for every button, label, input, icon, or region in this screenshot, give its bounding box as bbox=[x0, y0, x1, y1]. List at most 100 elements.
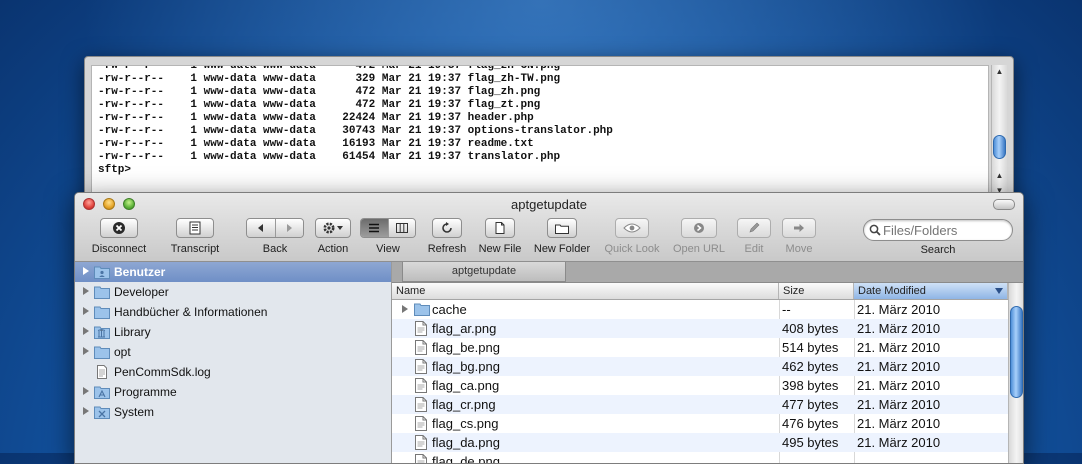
file-row[interactable]: flag_be.png 514 bytes 21. März 2010 bbox=[392, 338, 1008, 357]
search-input[interactable] bbox=[883, 222, 1007, 238]
new-folder-icon bbox=[555, 224, 569, 234]
sidebar-item-benutzer[interactable]: Benutzer bbox=[75, 262, 391, 282]
open-url-label: Open URL bbox=[673, 243, 725, 255]
search-label: Search bbox=[920, 244, 956, 256]
terminal-prompt[interactable]: sftp> bbox=[98, 164, 613, 177]
sidebar-item-programme[interactable]: Programme bbox=[75, 382, 391, 402]
disclosure-triangle-icon[interactable] bbox=[83, 287, 89, 295]
file-name: flag_da.png bbox=[432, 435, 500, 450]
terminal-window: -rw-r--r-- 1 www-data www-data 472 Mar 2… bbox=[84, 56, 1014, 208]
column-view-icon bbox=[395, 223, 408, 233]
sidebar-item-handbuecher[interactable]: Handbücher & Informationen bbox=[75, 302, 391, 322]
list-view-button[interactable] bbox=[361, 219, 388, 237]
sidebar-item-developer[interactable]: Developer bbox=[75, 282, 391, 302]
action-button[interactable]: Action bbox=[313, 218, 353, 255]
column-header-name[interactable]: Name bbox=[392, 283, 779, 299]
toolbar-toggle-button[interactable] bbox=[993, 199, 1015, 210]
disclosure-triangle-icon[interactable] bbox=[402, 305, 408, 313]
disconnect-icon bbox=[113, 222, 125, 234]
file-size: 514 bytes bbox=[782, 340, 839, 355]
file-row-cache[interactable]: cache -- 21. März 2010 bbox=[392, 300, 1008, 319]
file-size: -- bbox=[782, 302, 791, 317]
transcript-label: Transcript bbox=[170, 243, 220, 255]
terminal-scrollbar[interactable]: ▲ ▲ ▼ bbox=[991, 65, 1007, 198]
list-view-icon bbox=[369, 223, 380, 233]
file-name: flag_de.png bbox=[432, 454, 500, 463]
file-date: 21. März 2010 bbox=[857, 416, 941, 431]
sidebar-item-label: Programme bbox=[114, 385, 177, 399]
sidebar-item-library[interactable]: Library bbox=[75, 322, 391, 342]
sidebar-item-label: System bbox=[114, 405, 155, 419]
sidebar: Benutzer Developer Handbücher & Informat… bbox=[75, 262, 392, 463]
file-size: 462 bytes bbox=[782, 359, 839, 374]
search-field[interactable] bbox=[863, 219, 1013, 241]
transcript-icon bbox=[189, 221, 201, 235]
system-folder-icon bbox=[94, 406, 110, 419]
edit-label: Edit bbox=[744, 243, 764, 255]
library-folder-icon bbox=[94, 326, 110, 339]
file-row[interactable]: flag_cr.png 477 bytes 21. März 2010 bbox=[392, 395, 1008, 414]
column-header-label: Date Modified bbox=[858, 285, 926, 297]
scroll-up-arrow-icon[interactable]: ▲ bbox=[992, 65, 1007, 78]
file-row[interactable]: flag_cs.png 476 bytes 21. März 2010 bbox=[392, 414, 1008, 433]
png-file-icon bbox=[415, 416, 427, 431]
folder-icon bbox=[94, 346, 110, 359]
view-control: View bbox=[360, 218, 416, 255]
move-button[interactable]: Move bbox=[781, 218, 817, 255]
column-header-size[interactable]: Size bbox=[779, 283, 854, 299]
toolbar: aptgetupdate Disconnect Transcript Back … bbox=[75, 193, 1023, 262]
quick-look-button[interactable]: Quick Look bbox=[601, 218, 663, 255]
disclosure-triangle-icon[interactable] bbox=[83, 387, 89, 395]
sidebar-item-pencommsdk-log[interactable]: PenCommSdk.log bbox=[75, 362, 391, 382]
file-size: 408 bytes bbox=[782, 321, 839, 336]
disclosure-triangle-icon[interactable] bbox=[83, 327, 89, 335]
file-row[interactable]: flag_da.png 495 bytes 21. März 2010 bbox=[392, 433, 1008, 452]
open-url-button[interactable]: Open URL bbox=[671, 218, 727, 255]
file-row[interactable]: flag_bg.png 462 bytes 21. März 2010 bbox=[392, 357, 1008, 376]
terminal-output[interactable]: -rw-r--r-- 1 www-data www-data 472 Mar 2… bbox=[91, 65, 989, 200]
folder-icon bbox=[94, 306, 110, 319]
open-url-icon bbox=[694, 223, 704, 233]
file-row[interactable]: flag_ca.png 398 bytes 21. März 2010 bbox=[392, 376, 1008, 395]
sidebar-item-label: Benutzer bbox=[114, 265, 166, 279]
column-header-date-modified[interactable]: Date Modified bbox=[854, 283, 1008, 299]
tab-bar: aptgetupdate bbox=[392, 262, 1023, 283]
pencil-icon bbox=[749, 222, 760, 233]
refresh-label: Refresh bbox=[427, 243, 467, 255]
tab-aptgetupdate[interactable]: aptgetupdate bbox=[402, 262, 566, 282]
file-name: flag_ar.png bbox=[432, 321, 497, 336]
png-file-icon bbox=[415, 321, 427, 336]
file-row[interactable]: flag_de.png bbox=[392, 452, 1008, 463]
disclosure-triangle-icon[interactable] bbox=[83, 267, 89, 275]
back-forward-control: Back bbox=[245, 218, 305, 255]
terminal-scroll-thumb[interactable] bbox=[993, 135, 1006, 159]
disclosure-triangle-icon[interactable] bbox=[83, 307, 89, 315]
new-folder-button[interactable]: New Folder bbox=[531, 218, 593, 255]
back-button[interactable] bbox=[247, 219, 275, 237]
disconnect-button[interactable]: Disconnect bbox=[81, 218, 157, 255]
sidebar-item-label: Developer bbox=[114, 285, 169, 299]
file-row[interactable]: flag_ar.png 408 bytes 21. März 2010 bbox=[392, 319, 1008, 338]
back-arrow-icon bbox=[257, 224, 263, 232]
refresh-icon bbox=[442, 222, 452, 233]
column-view-button[interactable] bbox=[387, 219, 415, 237]
transcript-button[interactable]: Transcript bbox=[163, 218, 227, 255]
move-label: Move bbox=[785, 243, 813, 255]
file-list-scrollbar[interactable] bbox=[1008, 283, 1023, 463]
file-date: 21. März 2010 bbox=[857, 378, 941, 393]
sidebar-item-label: PenCommSdk.log bbox=[114, 365, 211, 379]
forward-button[interactable] bbox=[274, 219, 303, 237]
sidebar-item-opt[interactable]: opt bbox=[75, 342, 391, 362]
sidebar-item-label: Handbücher & Informationen bbox=[114, 305, 268, 319]
sidebar-item-system[interactable]: System bbox=[75, 402, 391, 422]
file-date: 21. März 2010 bbox=[857, 321, 941, 336]
edit-button[interactable]: Edit bbox=[735, 218, 773, 255]
disclosure-triangle-icon[interactable] bbox=[83, 407, 89, 415]
terminal-line: -rw-r--r-- 1 www-data www-data 472 Mar 2… bbox=[98, 86, 541, 98]
disclosure-triangle-icon[interactable] bbox=[83, 347, 89, 355]
file-list-scroll-thumb[interactable] bbox=[1010, 306, 1023, 398]
new-file-button[interactable]: New File bbox=[476, 218, 524, 255]
refresh-button[interactable]: Refresh bbox=[424, 218, 470, 255]
scroll-up-arrow-icon[interactable]: ▲ bbox=[992, 169, 1007, 182]
file-browser-window: aptgetupdate Disconnect Transcript Back … bbox=[74, 192, 1024, 464]
